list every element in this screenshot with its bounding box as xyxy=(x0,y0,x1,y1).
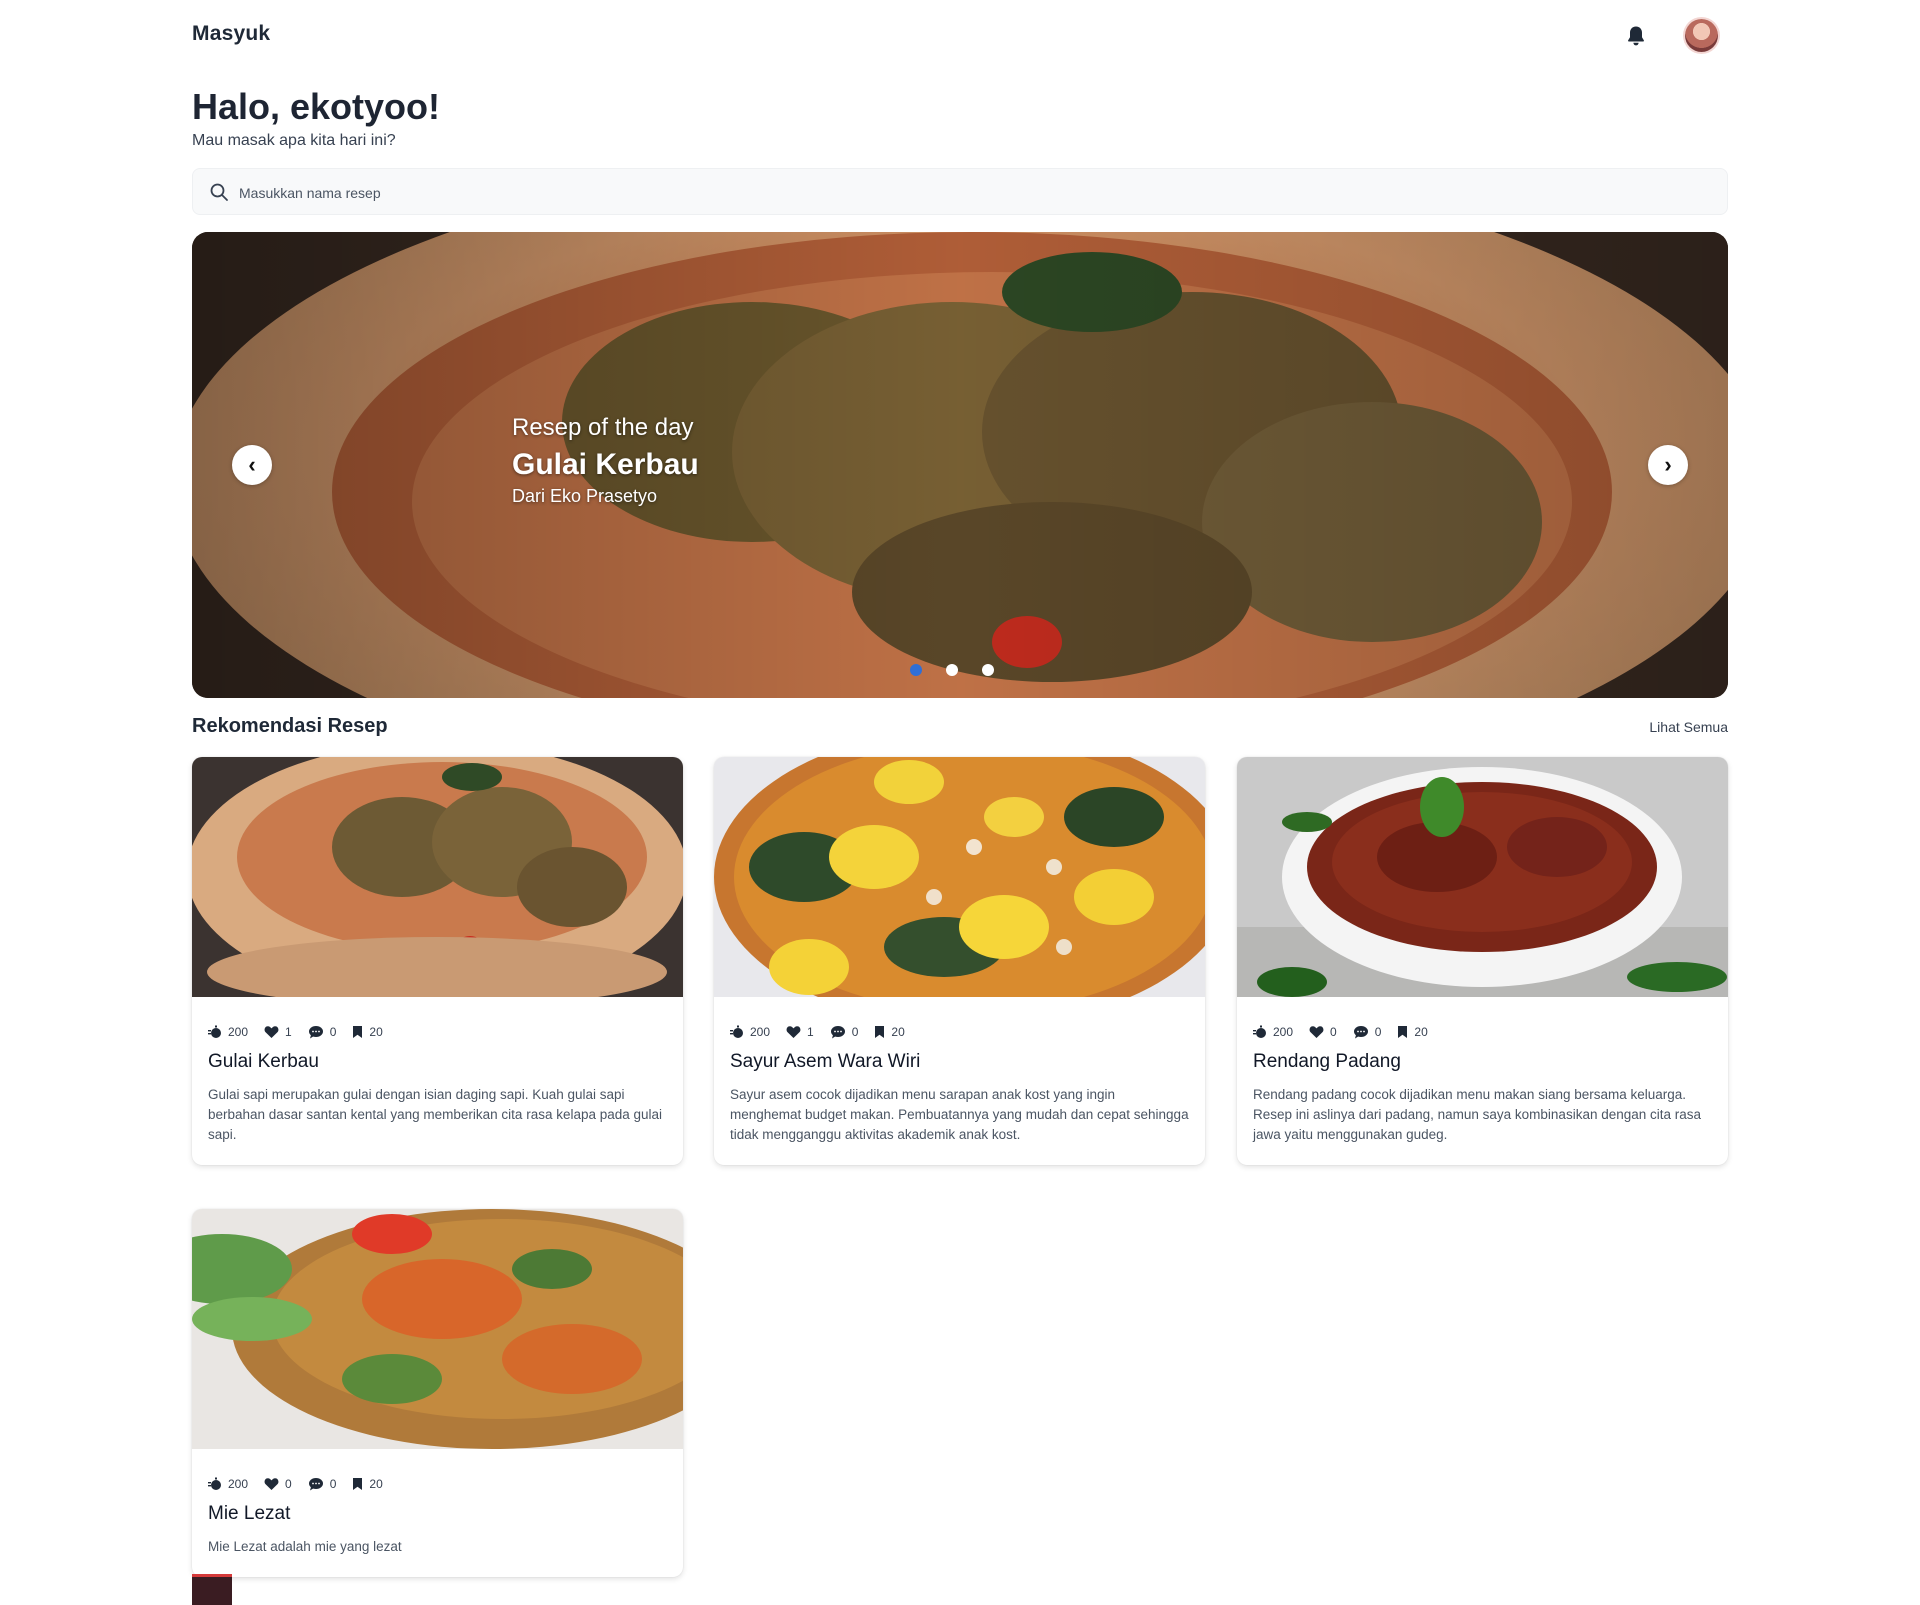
views-count: 200 xyxy=(228,1025,249,1039)
comment-icon[interactable] xyxy=(1353,1025,1369,1039)
bookmark-icon[interactable] xyxy=(874,1025,885,1039)
heart-icon[interactable] xyxy=(264,1477,279,1491)
recipe-stats: 200 0 0 20 xyxy=(1253,1025,1712,1039)
comment-icon[interactable] xyxy=(830,1025,846,1039)
greeting-title: Halo, ekotyoo! xyxy=(192,86,441,127)
comments-count: 0 xyxy=(329,1477,337,1491)
recipe-image xyxy=(192,1209,683,1449)
comments-count: 0 xyxy=(1374,1025,1382,1039)
heart-icon[interactable] xyxy=(1309,1025,1324,1039)
bookmarks-count: 20 xyxy=(891,1025,905,1039)
top-navbar: Masyuk xyxy=(192,0,1728,72)
comment-icon[interactable] xyxy=(308,1477,324,1491)
hero-author: Dari Eko Prasetyo xyxy=(512,486,658,506)
carousel-indicators xyxy=(910,664,994,676)
comment-icon[interactable] xyxy=(308,1025,324,1039)
bookmark-icon[interactable] xyxy=(352,1025,363,1039)
recipe-card[interactable]: 200 1 0 20 Gulai Kerbau Gulai sapi merup… xyxy=(192,757,683,1165)
recipe-image xyxy=(1237,757,1728,997)
bookmark-icon[interactable] xyxy=(1397,1025,1408,1039)
carousel-prev-button[interactable]: ‹ xyxy=(232,445,272,485)
recipe-description: Rendang padang cocok dijadikan menu maka… xyxy=(1253,1087,1702,1142)
comments-count: 0 xyxy=(329,1025,337,1039)
likes-count: 0 xyxy=(285,1477,292,1491)
hero-kicker: Resep of the day xyxy=(512,414,694,441)
recipe-description: Mie Lezat adalah mie yang lezat xyxy=(208,1539,402,1554)
hero-title[interactable]: Gulai Kerbau xyxy=(512,448,699,482)
recipe-title[interactable]: Sayur Asem Wara Wiri xyxy=(730,1051,1189,1073)
see-all-link[interactable]: Lihat Semua xyxy=(1649,719,1728,735)
greeting-subtitle: Mau masak apa kita hari ini? xyxy=(192,132,396,149)
bell-icon[interactable] xyxy=(1624,24,1648,48)
recipe-title[interactable]: Rendang Padang xyxy=(1253,1051,1712,1073)
recipe-image xyxy=(714,757,1205,997)
search-icon xyxy=(210,183,228,201)
recipe-title[interactable]: Gulai Kerbau xyxy=(208,1051,667,1073)
page: Masyuk Halo, ekotyoo! Mau masak apa kita… xyxy=(192,0,1728,1577)
bookmarks-count: 20 xyxy=(369,1477,383,1491)
recipe-card[interactable]: 200 0 0 20 Mie Lezat Mie Lezat adalah mi… xyxy=(192,1209,683,1577)
hero-caption: Resep of the day Gulai Kerbau Dari Eko P… xyxy=(512,414,699,507)
hero-food-image xyxy=(192,232,1728,698)
brand-logo[interactable]: Masyuk xyxy=(192,22,270,46)
timer-icon xyxy=(208,1477,221,1490)
recipe-title[interactable]: Mie Lezat xyxy=(208,1503,667,1525)
bookmarks-count: 20 xyxy=(369,1025,383,1039)
recipe-card[interactable]: 200 1 0 20 Sayur Asem Wara Wiri Sayur as… xyxy=(714,757,1205,1165)
likes-count: 1 xyxy=(807,1025,814,1039)
likes-count: 0 xyxy=(1330,1025,1337,1039)
section-title: Rekomendasi Resep xyxy=(192,715,388,737)
heart-icon[interactable] xyxy=(786,1025,801,1039)
timer-icon xyxy=(730,1025,743,1038)
recipe-stats: 200 1 0 20 xyxy=(208,1025,667,1039)
hero-carousel: Resep of the day Gulai Kerbau Dari Eko P… xyxy=(192,232,1728,698)
bookmarks-count: 20 xyxy=(1414,1025,1428,1039)
recipe-stats: 200 0 0 20 xyxy=(208,1477,667,1491)
timer-icon xyxy=(1253,1025,1266,1038)
search-input[interactable] xyxy=(237,169,1701,216)
debug-badge-icon[interactable] xyxy=(192,1574,232,1605)
user-avatar[interactable] xyxy=(1685,19,1718,52)
likes-count: 1 xyxy=(285,1025,292,1039)
recipe-description: Sayur asem cocok dijadikan menu sarapan … xyxy=(730,1087,1189,1142)
recipe-stats: 200 1 0 20 xyxy=(730,1025,1189,1039)
bookmark-icon[interactable] xyxy=(352,1477,363,1491)
carousel-dot-3[interactable] xyxy=(982,664,994,676)
carousel-dot-1[interactable] xyxy=(910,664,922,676)
recipe-card[interactable]: 200 0 0 20 Rendang Padang Rendang padang… xyxy=(1237,757,1728,1165)
comments-count: 0 xyxy=(851,1025,859,1039)
views-count: 200 xyxy=(750,1025,771,1039)
views-count: 200 xyxy=(1273,1025,1294,1039)
carousel-next-button[interactable]: › xyxy=(1648,445,1688,485)
heart-icon[interactable] xyxy=(264,1025,279,1039)
views-count: 200 xyxy=(228,1477,249,1491)
timer-icon xyxy=(208,1025,221,1038)
recipe-image xyxy=(192,757,683,997)
carousel-dot-2[interactable] xyxy=(946,664,958,676)
search-bar xyxy=(192,168,1728,216)
recipe-description: Gulai sapi merupakan gulai dengan isian … xyxy=(208,1087,663,1142)
